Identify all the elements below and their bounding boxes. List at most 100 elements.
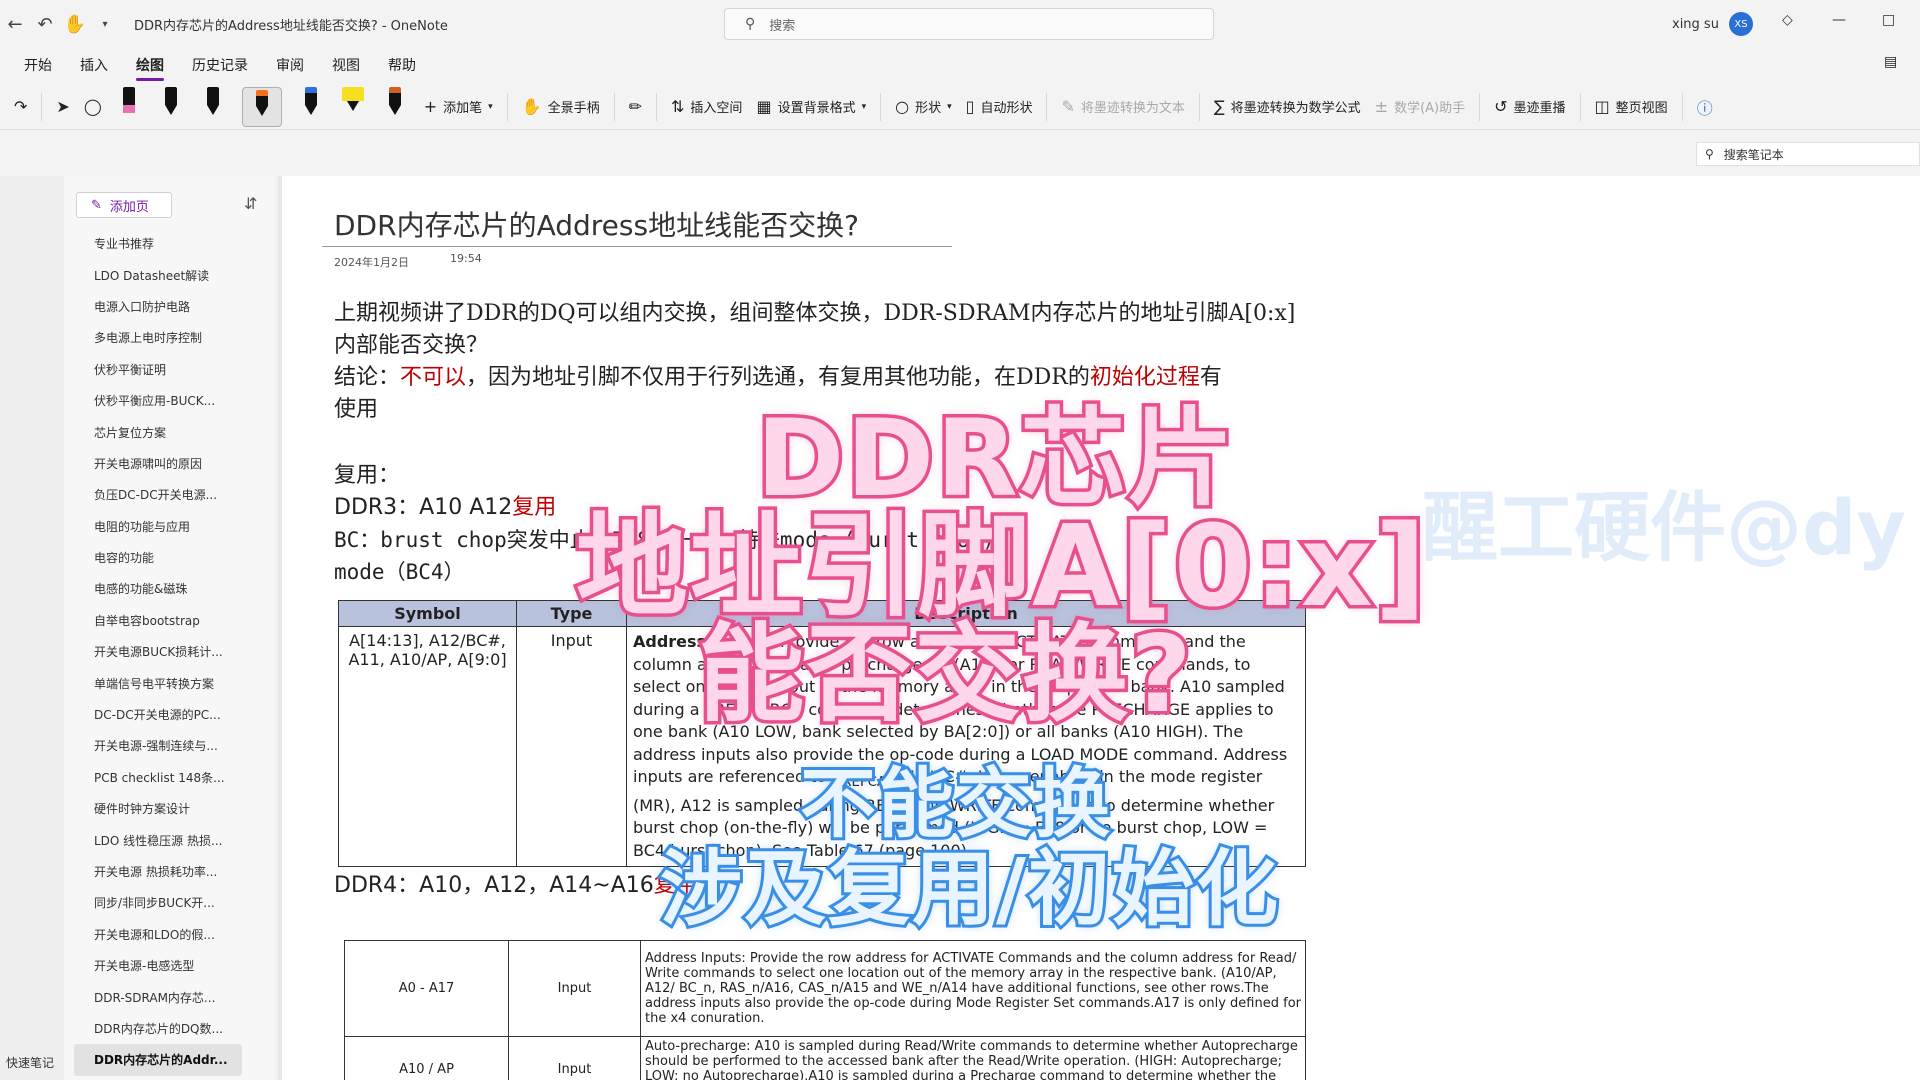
- menu-bar: 开始 插入 绘图 历史记录 审阅 视图 帮助 ▤: [0, 50, 1920, 81]
- sort-icon[interactable]: ⇵: [244, 194, 257, 213]
- auto-shape-icon: ▯: [965, 97, 975, 116]
- page-list-item[interactable]: DDR-SDRAM内存芯...: [64, 981, 274, 1012]
- menu-draw[interactable]: 绘图: [136, 51, 164, 81]
- page-list-item[interactable]: 伏秒平衡应用-BUCK...: [64, 385, 274, 416]
- page-list-item[interactable]: 芯片复位方案: [64, 416, 274, 447]
- select-cursor-icon[interactable]: ➤: [56, 97, 69, 116]
- menu-review[interactable]: 审阅: [276, 51, 304, 79]
- ribbon-separator: [1681, 92, 1683, 121]
- window-title: DDR内存芯片的Address地址线能否交换? - OneNote: [134, 18, 448, 34]
- page-list-item[interactable]: 开关电源和LDO的假...: [64, 919, 274, 950]
- highlighter-yellow-icon[interactable]: [340, 86, 366, 127]
- maximize-button[interactable]: □: [1882, 12, 1895, 28]
- side-panel-icon[interactable]: ▤: [1884, 54, 1897, 70]
- insert-space-button[interactable]: ⇅ 插入空间: [671, 97, 742, 116]
- menu-help[interactable]: 帮助: [388, 51, 416, 79]
- auto-shape-button[interactable]: ▯ 自动形状: [966, 97, 1033, 116]
- ddr4-address-table: A0 - A17 Input Address Inputs: Provide t…: [344, 940, 1306, 1080]
- page-list-item[interactable]: 开关电源啸叫的原因: [64, 448, 274, 479]
- page-list-item[interactable]: 电感的功能&磁珠: [64, 573, 274, 604]
- ink-to-math-button[interactable]: ∑ 将墨迹转换为数学公式: [1214, 97, 1361, 116]
- math-assistant-label: 数学(A)助手: [1394, 101, 1466, 116]
- shapes-button[interactable]: ○ 形状 ▾: [895, 97, 952, 116]
- page-time: 19:54: [450, 252, 482, 265]
- page-list-item[interactable]: 多电源上电时序控制: [64, 322, 274, 353]
- bc-line-2[interactable]: mode（BC4）: [334, 556, 465, 588]
- page-list-item[interactable]: 硬件时钟方案设计: [64, 793, 274, 824]
- replay-icon: ↺: [1494, 97, 1508, 116]
- ruler-icon: ✏: [628, 97, 643, 116]
- premium-diamond-icon[interactable]: ◇: [1782, 12, 1793, 28]
- page-list-item[interactable]: 开关电源-电感选型: [64, 950, 274, 981]
- page-list-item[interactable]: DDR内存芯片的DQ数...: [64, 1013, 274, 1044]
- search-input[interactable]: ⚲ 搜索: [724, 8, 1214, 40]
- page-list-item[interactable]: 开关电源 热损耗功率...: [64, 856, 274, 887]
- search-placeholder: 搜索: [769, 18, 796, 34]
- search-notebook-input[interactable]: ⚲ 搜索笔记本: [1696, 142, 1920, 166]
- page-view-button[interactable]: ◫ 整页视图: [1595, 97, 1668, 116]
- page-list-item[interactable]: PCB checklist 148条...: [64, 762, 274, 793]
- overlay-caption-5: 涉及复用/初始化: [657, 839, 1281, 940]
- pen-blue-icon[interactable]: [298, 86, 324, 127]
- page-list-item[interactable]: 单端信号电平转换方案: [64, 667, 274, 698]
- menu-view[interactable]: 视图: [332, 51, 360, 79]
- note-paragraph-2[interactable]: 内部能否交换？: [334, 330, 488, 362]
- symbol-cell: A0 - A17: [344, 940, 509, 1037]
- conclusion-prefix: 结论：: [334, 365, 401, 390]
- page-list-item[interactable]: LDO Datasheet解读: [64, 259, 274, 290]
- ddr4-line[interactable]: DDR4：A10，A12，A14~A16复用: [334, 870, 698, 902]
- page-list-item[interactable]: LDO 线性稳压源 热损...: [64, 824, 274, 855]
- ink-to-text-button[interactable]: ✎ 将墨迹转换为文本: [1061, 97, 1184, 116]
- page-list-item[interactable]: 开关电源BUCK损耗计...: [64, 636, 274, 667]
- grid-icon: ▦: [756, 97, 772, 116]
- touch-mode-icon[interactable]: ✋: [60, 9, 90, 39]
- note-paragraph-1[interactable]: 上期视频讲了DDR的DQ可以组内交换，组间整体交换，DDR-SDRAM内存芯片的…: [334, 298, 1295, 330]
- pen-black-1-icon[interactable]: [158, 86, 184, 127]
- pen-brown-icon[interactable]: [382, 86, 408, 127]
- add-pen-button[interactable]: + 添加笔 ▾: [424, 97, 493, 116]
- page-list-item[interactable]: 专业书推荐: [64, 228, 274, 259]
- user-account[interactable]: xing su XS: [1672, 12, 1753, 36]
- ink-replay-button[interactable]: ↺ 墨迹重播: [1494, 97, 1565, 116]
- insert-space-label: 插入空间: [690, 101, 743, 116]
- menu-insert[interactable]: 插入: [80, 51, 108, 79]
- pen-pink-icon[interactable]: [116, 86, 142, 127]
- page-list-item[interactable]: DDR内存芯片的Addr...: [74, 1044, 242, 1076]
- menu-home[interactable]: 开始: [24, 51, 52, 79]
- math-assistant-button[interactable]: ± 数学(A)助手: [1375, 97, 1465, 116]
- ddr3-line[interactable]: DDR3：A10 A12复用: [334, 492, 556, 524]
- title-bar: ← ↶ ✋ ▾ DDR内存芯片的Address地址线能否交换? - OneNot…: [0, 0, 1920, 48]
- page-list-item[interactable]: 伏秒平衡证明: [64, 354, 274, 385]
- page-list-item[interactable]: 电容的功能: [64, 542, 274, 573]
- page-list-item[interactable]: 负压DC-DC开关电源...: [64, 479, 274, 510]
- page-list-item[interactable]: 同步/非同步BUCK开...: [64, 887, 274, 918]
- back-icon[interactable]: ←: [0, 9, 30, 39]
- reuse-label[interactable]: 复用：: [334, 460, 400, 492]
- note-paragraph-4[interactable]: 使用: [334, 394, 378, 426]
- menu-history[interactable]: 历史记录: [192, 51, 248, 79]
- help-icon[interactable]: ⓘ: [1697, 95, 1713, 119]
- pen-orange-selected-icon[interactable]: [241, 86, 282, 127]
- lasso-select-icon[interactable]: ◯: [84, 97, 102, 116]
- pen-black-2-icon[interactable]: [200, 86, 226, 127]
- search-icon: ⚲: [1705, 147, 1714, 161]
- pan-tool-button[interactable]: ✋ 全景手柄: [522, 97, 600, 116]
- page-list-item[interactable]: 电源入口防护电路: [64, 291, 274, 322]
- page-list-item[interactable]: 开关电源-强制连续与...: [64, 730, 274, 761]
- insert-space-icon: ⇅: [671, 97, 685, 116]
- ribbon-separator: [880, 92, 882, 121]
- undo-icon[interactable]: ↶: [30, 9, 60, 39]
- page-list-item[interactable]: 电阻的功能与应用: [64, 511, 274, 542]
- page-list-item[interactable]: 自举电容bootstrap: [64, 605, 274, 636]
- add-page-button[interactable]: ✎ 添加页: [76, 192, 172, 218]
- ribbon-separator: [506, 92, 508, 121]
- ruler-button[interactable]: ✏: [629, 97, 642, 116]
- customize-chevron-icon[interactable]: ▾: [90, 9, 120, 39]
- quick-notes-label[interactable]: 快速笔记: [6, 1054, 54, 1071]
- background-format-button[interactable]: ▦ 设置背景格式 ▾: [756, 97, 866, 116]
- avatar[interactable]: XS: [1728, 12, 1753, 36]
- minimize-button[interactable]: —: [1832, 12, 1846, 28]
- page-title[interactable]: DDR内存芯片的Address地址线能否交换?: [334, 204, 859, 244]
- page-list-item[interactable]: DC-DC开关电源的PC...: [64, 699, 274, 730]
- redo-icon[interactable]: ↷: [14, 97, 27, 116]
